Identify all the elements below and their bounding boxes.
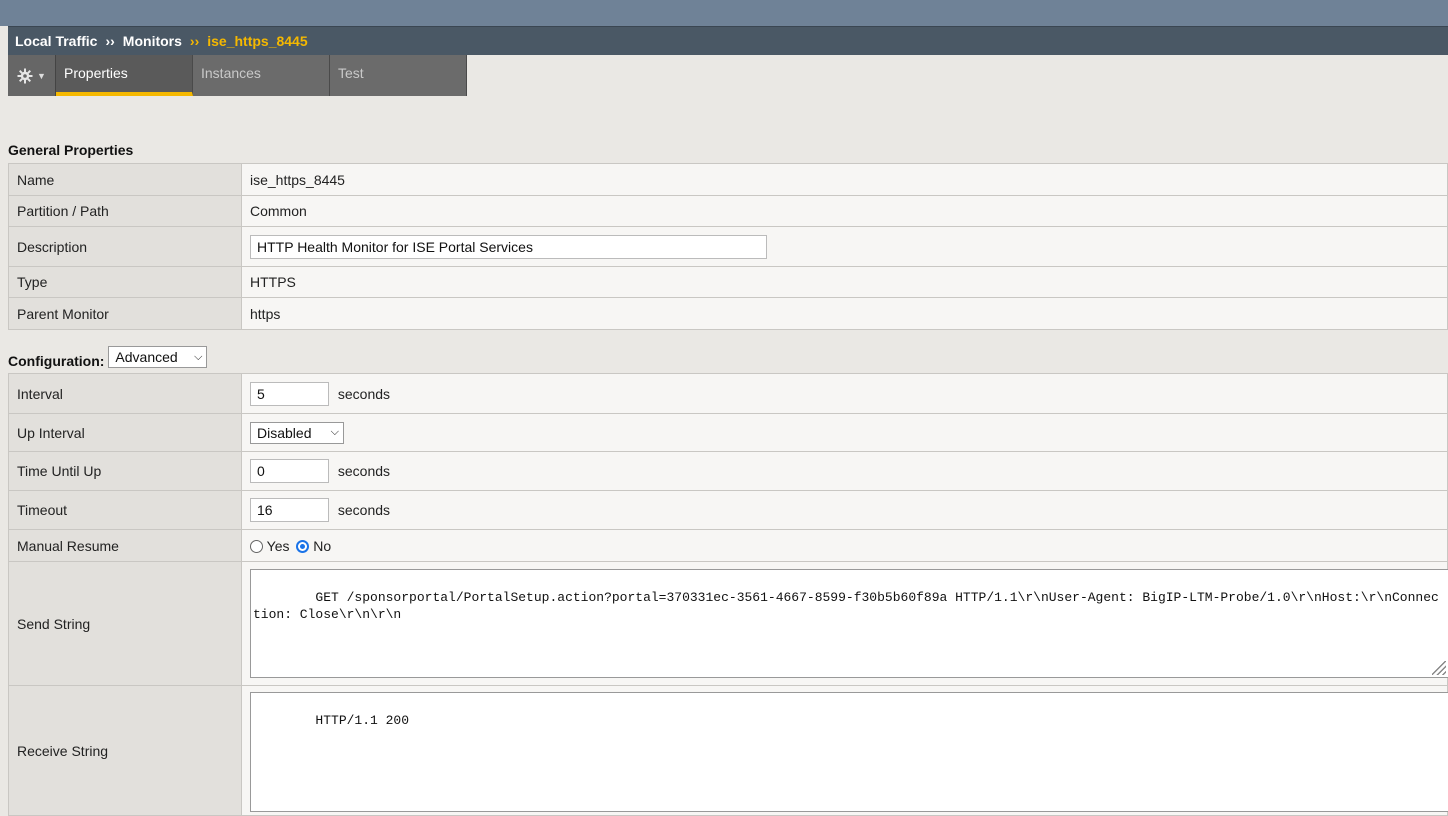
manual-resume-label: Manual Resume <box>8 529 242 562</box>
table-row: Receive String HTTP/1.1 200 <box>8 685 1448 816</box>
description-input[interactable] <box>250 234 767 259</box>
general-properties-title: General Properties <box>8 142 134 158</box>
partition-value: Common <box>241 195 1448 227</box>
general-properties-table: Name ise_https_8445 Partition / Path Com… <box>8 163 1448 330</box>
type-value: HTTPS <box>241 266 1448 298</box>
table-row: Manual Resume Yes No <box>8 529 1448 562</box>
configuration-header: Configuration: Advanced ⌵ <box>8 345 208 369</box>
parent-monitor-label: Parent Monitor <box>8 297 242 330</box>
breadcrumb-item-monitors[interactable]: Monitors <box>123 33 182 49</box>
breadcrumb-item-local-traffic[interactable]: Local Traffic <box>15 33 97 49</box>
manual-resume-yes-label[interactable]: Yes <box>267 538 290 554</box>
breadcrumb-current: ise_https_8445 <box>207 33 308 49</box>
timeout-input[interactable] <box>250 498 329 522</box>
table-row: Interval seconds <box>8 373 1448 414</box>
configuration-mode-value: Advanced <box>115 349 178 365</box>
receive-string-label: Receive String <box>8 685 242 816</box>
up-interval-value: Disabled <box>257 424 312 441</box>
configuration-table: Interval seconds Up Interval Disabled ⌵ … <box>8 373 1448 816</box>
table-row: Parent Monitor https <box>8 297 1448 330</box>
manual-resume-yes-radio[interactable] <box>250 539 263 553</box>
chevron-down-icon: ⌵ <box>330 426 339 438</box>
gear-menu-button[interactable]: ▼ <box>8 55 56 96</box>
up-interval-label: Up Interval <box>8 413 242 452</box>
time-until-up-input[interactable] <box>250 459 329 483</box>
table-row: Name ise_https_8445 <box>8 163 1448 196</box>
table-row: Time Until Up seconds <box>8 451 1448 491</box>
up-interval-select[interactable]: Disabled ⌵ <box>250 421 344 444</box>
configuration-title: Configuration: <box>8 353 105 369</box>
partition-label: Partition / Path <box>8 195 242 227</box>
send-string-label: Send String <box>8 561 242 686</box>
name-value: ise_https_8445 <box>241 163 1448 196</box>
time-until-up-unit: seconds <box>337 463 391 479</box>
configuration-mode-select[interactable]: Advanced ⌵ <box>108 346 208 368</box>
breadcrumb-separator: ›› <box>105 33 115 49</box>
table-row: Send String GET /sponsorportal/PortalSet… <box>8 561 1448 686</box>
breadcrumb-separator: ›› <box>189 33 200 49</box>
caret-down-icon: ▼ <box>37 70 46 81</box>
table-row: Partition / Path Common <box>8 195 1448 227</box>
send-string-textarea[interactable]: GET /sponsorportal/PortalSetup.action?po… <box>250 569 1448 678</box>
table-row: Up Interval Disabled ⌵ <box>8 413 1448 452</box>
top-stripe <box>0 0 1448 26</box>
timeout-unit: seconds <box>337 502 391 518</box>
manual-resume-no-radio[interactable] <box>296 539 310 553</box>
chevron-down-icon: ⌵ <box>194 350 203 363</box>
receive-string-textarea[interactable]: HTTP/1.1 200 <box>250 692 1448 812</box>
description-label: Description <box>8 226 242 267</box>
manual-resume-no-label[interactable]: No <box>313 538 331 554</box>
type-label: Type <box>8 266 242 298</box>
send-string-value: GET /sponsorportal/PortalSetup.action?po… <box>253 590 1439 622</box>
interval-label: Interval <box>8 373 242 414</box>
name-label: Name <box>8 163 242 196</box>
time-until-up-label: Time Until Up <box>8 451 242 491</box>
tab-test[interactable]: Test <box>330 55 467 96</box>
resize-grip-icon[interactable] <box>1432 661 1446 675</box>
table-row: Description <box>8 226 1448 267</box>
tab-instances[interactable]: Instances <box>193 55 330 96</box>
gear-icon <box>17 68 33 83</box>
parent-monitor-value: https <box>241 297 1448 330</box>
table-row: Timeout seconds <box>8 490 1448 530</box>
breadcrumb: Local Traffic ›› Monitors ›› ise_https_8… <box>8 26 1448 55</box>
interval-input[interactable] <box>250 381 329 406</box>
timeout-label: Timeout <box>8 490 242 530</box>
tab-properties[interactable]: Properties <box>56 55 193 96</box>
table-row: Type HTTPS <box>8 266 1448 298</box>
receive-string-value: HTTP/1.1 200 <box>315 713 410 728</box>
tab-bar: ▼ Properties Instances Test <box>8 55 467 96</box>
interval-unit: seconds <box>337 385 391 402</box>
